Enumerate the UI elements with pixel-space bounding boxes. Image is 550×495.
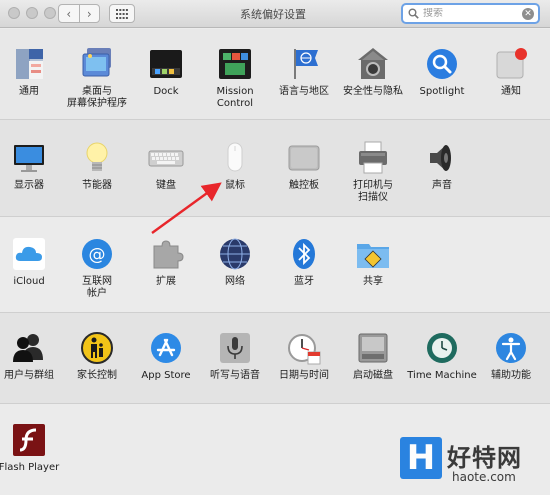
svg-text:@: @ xyxy=(89,245,106,265)
pref-label: 日期与时间 xyxy=(279,370,329,381)
pref-label: 共享 xyxy=(363,276,383,287)
pref-label: Time Machine xyxy=(407,370,477,381)
pref-bluetooth[interactable]: 蓝牙 xyxy=(270,236,338,316)
pref-label: 网络 xyxy=(225,276,245,287)
bluetooth-icon xyxy=(286,236,322,272)
pref-parental-controls[interactable]: 家长控制 xyxy=(63,330,131,410)
extensions-icon xyxy=(148,236,184,272)
pref-date-time[interactable]: 日期与时间 xyxy=(270,330,338,410)
parental-controls-icon xyxy=(79,330,115,366)
internet-accounts-icon: @ xyxy=(79,236,115,272)
pref-label: 辅助功能 xyxy=(491,370,531,381)
pref-label: 蓝牙 xyxy=(294,276,314,287)
pref-time-machine[interactable]: Time Machine xyxy=(407,330,477,410)
sharing-icon xyxy=(355,236,391,272)
pref-app-store[interactable]: App Store xyxy=(132,330,200,410)
startup-disk-icon xyxy=(355,330,391,366)
watermark-text: 好特网 xyxy=(447,444,522,472)
pref-label: Flash Player xyxy=(0,462,60,473)
pref-label: 家长控制 xyxy=(77,370,117,381)
pref-label: 启动磁盘 xyxy=(353,370,393,381)
pref-accessibility[interactable]: 辅助功能 xyxy=(477,330,545,410)
pref-network[interactable]: 网络 xyxy=(201,236,269,316)
time-machine-icon xyxy=(424,330,460,366)
users-groups-icon xyxy=(11,330,47,366)
watermark-logo: H xyxy=(400,437,442,479)
pref-label: 扩展 xyxy=(156,276,176,287)
dictation-speech-icon xyxy=(217,330,253,366)
pref-flash-player[interactable]: Flash Player xyxy=(0,422,63,495)
pref-icloud[interactable]: iCloud xyxy=(0,236,63,316)
pref-dictation-speech[interactable]: 听写与语音 xyxy=(201,330,269,410)
pref-extensions[interactable]: 扩展 xyxy=(132,236,200,316)
accessibility-icon xyxy=(493,330,529,366)
pref-sharing[interactable]: 共享 xyxy=(339,236,407,316)
icloud-icon xyxy=(11,236,47,272)
pref-label: App Store xyxy=(141,370,191,381)
app-store-icon xyxy=(148,330,184,366)
pref-internet-accounts[interactable]: @ 互联网 帐户 xyxy=(63,236,131,316)
pref-users-groups[interactable]: 用户与群组 xyxy=(0,330,63,410)
pref-startup-disk[interactable]: 启动磁盘 xyxy=(339,330,407,410)
watermark-url: haote.com xyxy=(452,470,516,484)
pref-label: 互联网 帐户 xyxy=(82,276,112,299)
date-time-icon xyxy=(286,330,322,366)
pref-label: 听写与语音 xyxy=(210,370,260,381)
network-icon xyxy=(217,236,253,272)
flash-player-icon xyxy=(11,422,47,458)
